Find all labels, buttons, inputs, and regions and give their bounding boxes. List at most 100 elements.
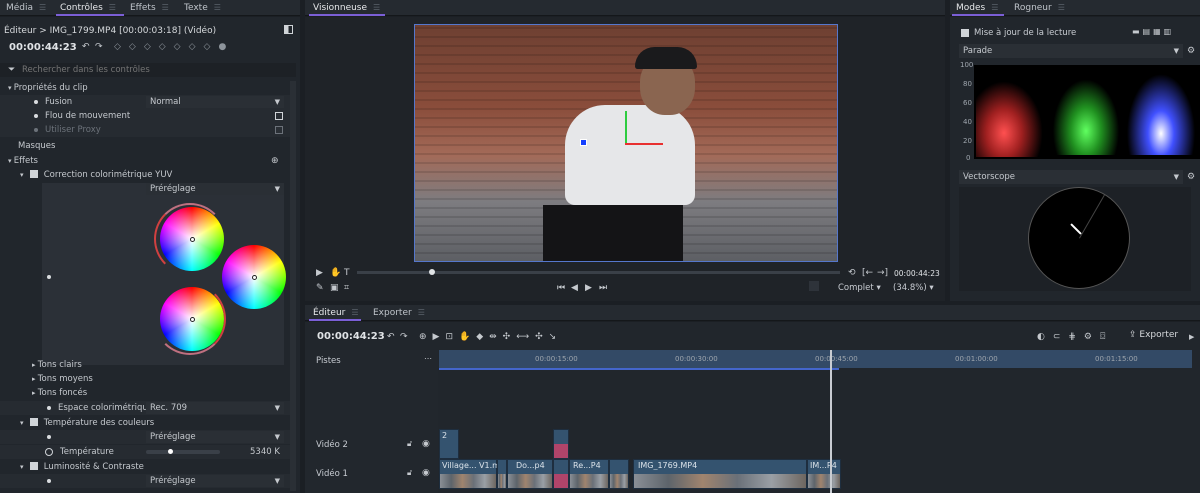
subject-shirt [565,105,695,205]
scopes-tabbar: Modes ☰ Rogneur ☰ [950,0,1200,16]
v1-clip[interactable] [553,459,569,489]
tab-text[interactable]: Texte ☰ [180,0,221,16]
pen-tool-icon[interactable]: ✎ [316,283,324,293]
transform-handle[interactable] [580,139,587,146]
tab-modes[interactable]: Modes ☰ [952,0,1004,16]
quality-select[interactable]: Complet ▾ [838,283,881,293]
hand-tool-icon[interactable]: ✋ [330,268,341,278]
controls-panel: Éditeur > IMG_1799.MP4 [00:00:03:18] (Vi… [0,17,300,493]
color-wheels-area: Préréglage ▼ [42,183,286,365]
temperature-row: Température 5340 K [0,445,296,459]
text-tool-icon[interactable]: T [344,268,350,278]
tracks-menu-icon[interactable]: ⋯ [424,354,432,363]
controls-scrollbar[interactable] [290,81,296,491]
masks-row[interactable]: Masques [0,139,296,153]
tab-controls[interactable]: Contrôles ☰ [56,0,124,16]
v1-clip[interactable] [497,459,507,489]
motion-blur-checkbox[interactable] [275,112,283,120]
timeline-ruler[interactable]: 00:00:15:00 00:00:30:00 00:00:45:00 00:0… [439,350,1192,368]
viewer-panel: ▶ ✋ T ⟲ [← →] 00:00:44:23 ✎ ▣ ⌗ ⏮ ◀ ▶ ⏭ … [305,17,945,301]
yuv-preset-select[interactable]: Préréglage ▼ [146,183,284,195]
v1-eye-icon[interactable]: ◉ [422,468,430,478]
add-effect-icon[interactable]: ⊕ [271,156,279,166]
timeline-right-icons[interactable]: ◐⊂⋕⚙⌼ [1037,332,1113,342]
brightness-row[interactable]: ▾ Luminosité & Contraste [0,460,296,474]
mark-out-icon[interactable]: →] [877,268,888,278]
v2-clip[interactable]: 2 [439,429,459,459]
parade-settings-icon[interactable]: ⚙ [1187,46,1195,56]
v1-clip[interactable]: Re...P4 [569,459,609,489]
midtones-row[interactable]: ▸ Tons moyens [0,372,296,386]
tl-undo-icon[interactable]: ↶ [387,332,395,342]
update-playback-checkbox[interactable] [961,29,969,37]
filter-icon[interactable]: ⏷ [8,65,15,75]
redo-icon[interactable]: ↷ [95,42,103,52]
x-axis-gizmo[interactable] [625,143,663,145]
shadows-row[interactable]: ▸ Tons foncés [0,386,296,400]
tab-viewer[interactable]: Visionneuse ☰ [309,0,385,16]
v1-lock-icon[interactable]: 🔓︎ [407,468,412,478]
v1-clip[interactable]: IMG_1769.MP4 [633,459,807,489]
proxy-checkbox[interactable] [275,126,283,134]
color-temp-row[interactable]: ▾ Température des couleurs [0,416,296,430]
vectorscope-select[interactable]: Vectorscope ▼ [959,170,1183,184]
brightness-preset-row: Préréglage ▼ [0,474,296,488]
vectorscope [1028,187,1130,289]
expand-icon[interactable]: ▶ [1189,332,1194,342]
colorspace-select[interactable]: Rec. 709 ▼ [146,402,284,414]
step-forward-icon[interactable]: ⏭ [599,283,607,293]
v2-clip-small[interactable] [553,429,569,459]
parade-ticks: 100 80 60 40 20 0 [960,61,974,162]
tab-media[interactable]: Média ☰ [2,0,46,16]
y-axis-gizmo[interactable] [625,111,627,143]
timeline-tool-icons[interactable]: ⊕▶⊡✋◆⇹✣⟷✣↘ [419,332,562,342]
brightness-preset-select[interactable]: Préréglage ▼ [146,475,284,487]
highlights-row[interactable]: ▸ Tons clairs [0,358,296,372]
zoom-select[interactable]: (34.8%) ▾ [893,283,934,293]
search-input[interactable] [22,64,292,76]
mark-in-icon[interactable]: [← [862,268,873,278]
layout-icons[interactable]: ▬▤▦▥ [1132,27,1174,37]
controls-timecode: 00:00:44:23 [9,42,77,53]
timeline-timecode: 00:00:44:23 [317,331,385,342]
select-tool-icon[interactable]: ▶ [316,268,323,278]
color-temp-preset-select[interactable]: Préréglage ▼ [146,431,284,443]
v1-clip[interactable]: Do...p4 [507,459,553,489]
scopes-panel: Mise à jour de la lecture ▬▤▦▥ Parade ▼ ⚙… [950,17,1200,301]
loop-icon[interactable]: ⟲ [848,268,856,278]
v1-clip[interactable] [609,459,629,489]
bg-color-icon[interactable] [809,281,819,291]
tab-export[interactable]: Exporter ☰ [369,305,425,321]
v1-clip[interactable]: IM...P4 [807,459,841,489]
crop-icon[interactable]: ⌗ [344,283,349,293]
tl-redo-icon[interactable]: ↷ [400,332,408,342]
step-back-icon[interactable]: ◀ [571,283,578,293]
update-playback-label: Mise à jour de la lecture [974,28,1077,38]
vectorscope-settings-icon[interactable]: ⚙ [1187,172,1195,182]
clip-props-row[interactable]: ▾ Propriétés du clip [0,81,296,95]
work-area-bar[interactable] [439,368,839,370]
fusion-select[interactable]: Normal ▼ [146,96,284,108]
effects-row[interactable]: ▾ Effets [0,154,296,168]
keyframe-icons[interactable]: ◇◇◇◇◇◇◇● [114,42,234,52]
undo-icon[interactable]: ↶ [82,42,90,52]
v2-lock-icon[interactable]: 🔓︎ [407,439,412,449]
color-temp-preset-row: Préréglage ▼ [0,430,296,444]
parade-select[interactable]: Parade ▼ [959,44,1183,58]
playhead[interactable] [830,350,832,493]
tab-editor[interactable]: Éditeur ☰ [309,305,361,321]
snapshot-icon[interactable]: ▣ [330,283,339,293]
v1-clip[interactable]: Village... V1.mp4 [439,459,510,489]
play-icon[interactable]: ▶ [585,283,592,293]
yuv-row[interactable]: ▾ Correction colorimétrique YUV [0,168,296,182]
prev-frame-icon[interactable]: ⏮ [557,283,565,293]
temperature-slider[interactable] [146,450,220,454]
tab-effects[interactable]: Effets ☰ [126,0,169,16]
tab-cropper[interactable]: Rogneur ☰ [1010,0,1065,16]
parade-scope [974,65,1200,159]
export-button[interactable]: ⇪ Exporter [1129,330,1178,340]
panel-toggle-icon[interactable] [284,25,293,34]
video-frame[interactable] [414,24,838,262]
v2-eye-icon[interactable]: ◉ [422,439,430,449]
breadcrumb: Éditeur > IMG_1799.MP4 [00:00:03:18] (Vi… [4,26,217,36]
